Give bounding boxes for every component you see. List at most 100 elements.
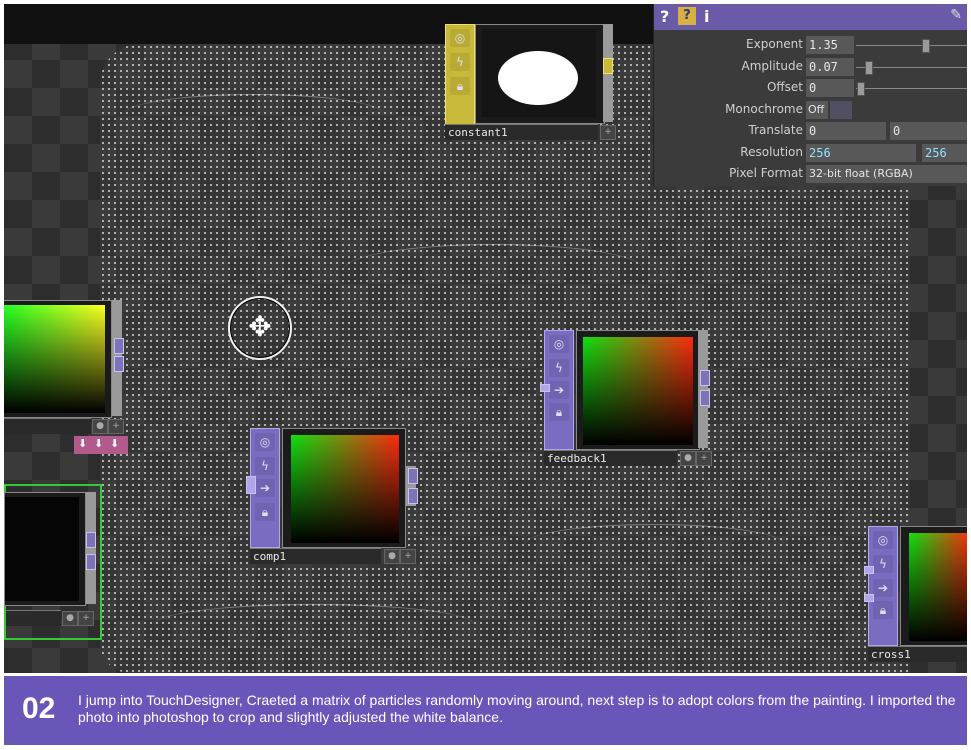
node-feedback1[interactable]: ◎ ϟ ➔ 🔒︎ feedback1 ● + (540, 330, 714, 468)
info-icon[interactable]: i (704, 7, 709, 26)
parameter-panel[interactable]: ? ? i ✎ Exponent 1.35 Amplitude 0.07 Off… (653, 4, 967, 186)
input-connector[interactable] (540, 384, 550, 392)
lock-icon[interactable]: 🔒︎ (450, 77, 470, 95)
bypass-icon[interactable]: ϟ (873, 555, 893, 573)
resolution-width-field[interactable]: 256 (806, 144, 916, 162)
node-constant1[interactable]: ◎ ϟ 🔒︎ constant1 + (445, 24, 617, 142)
help-icon[interactable]: ? (660, 7, 669, 26)
input-connector[interactable] (864, 594, 874, 602)
viewer-icon[interactable]: ◎ (873, 531, 893, 549)
param-label: Pixel Format (729, 166, 803, 180)
exponent-field[interactable]: 1.35 (806, 36, 854, 54)
exponent-slider[interactable] (856, 45, 967, 46)
python-help-icon[interactable]: ? (678, 7, 696, 25)
node-flag-button[interactable]: + (696, 451, 712, 466)
node-body[interactable] (900, 526, 967, 646)
param-label: Translate (748, 123, 804, 137)
output-connector[interactable] (603, 58, 613, 74)
node-body[interactable] (475, 24, 605, 124)
node-toolbar: ◎ ϟ 🔒︎ (445, 24, 475, 126)
arrow-connectors[interactable]: ⬇ ⬇ ⬇ (74, 436, 128, 454)
input-connector[interactable] (246, 476, 256, 494)
node-flag-button[interactable]: + (108, 419, 124, 434)
param-exponent[interactable]: Exponent 1.35 (654, 35, 967, 56)
node-flag-button[interactable]: ● (680, 451, 696, 466)
node-partial-left-selected[interactable]: ● + (4, 484, 102, 640)
viewer-icon[interactable]: ◎ (549, 335, 569, 353)
network-editor[interactable]: ◎ ϟ 🔒︎ constant1 + ● + ⬇ ⬇ ⬇ ● + ◎ ϟ ➔ 🔒… (4, 4, 967, 673)
amplitude-slider-knob[interactable] (865, 61, 873, 75)
wave-line (124, 94, 384, 135)
translate-x-field[interactable]: 0 (806, 122, 886, 140)
output-connector[interactable] (700, 370, 710, 386)
node-flag-button[interactable]: + (78, 611, 94, 626)
output-connector[interactable] (408, 468, 418, 484)
node-name[interactable]: constant1 (445, 124, 598, 140)
node-name[interactable]: comp1 (250, 548, 381, 564)
param-translate[interactable]: Translate 0 0 (654, 121, 967, 142)
param-label: Exponent (746, 37, 803, 51)
bypass-icon[interactable]: ϟ (450, 53, 470, 71)
viewer-icon[interactable]: ◎ (255, 433, 275, 451)
edit-icon[interactable]: ✎ (950, 7, 962, 23)
offset-slider-knob[interactable] (857, 82, 865, 96)
param-label: Amplitude (741, 59, 804, 73)
node-body[interactable] (4, 300, 112, 418)
output-connector[interactable] (114, 338, 124, 354)
param-label: Monochrome (725, 102, 803, 116)
node-flag-button[interactable]: ● (92, 419, 108, 434)
param-offset[interactable]: Offset 0 (654, 78, 967, 99)
monochrome-toggle-switch[interactable] (830, 101, 852, 119)
node-cross1[interactable]: ◎ ϟ ➔ 🔒︎ cross1 (864, 526, 967, 666)
param-monochrome[interactable]: Monochrome Off (654, 100, 967, 121)
exponent-slider-knob[interactable] (922, 39, 930, 53)
node-body[interactable] (4, 492, 86, 606)
translate-y-field[interactable]: 0 (890, 122, 967, 140)
node-body[interactable] (282, 428, 406, 548)
amplitude-field[interactable]: 0.07 (806, 58, 854, 76)
bypass-icon[interactable]: ϟ (549, 359, 569, 377)
param-resolution[interactable]: Resolution 256 256 (654, 143, 967, 164)
node-comp1[interactable]: ◎ ϟ ➔ 🔒︎ comp1 ● + (246, 428, 420, 566)
output-connector[interactable] (408, 488, 418, 504)
node-body[interactable] (576, 330, 700, 450)
panel-header: ? ? i ✎ (654, 4, 967, 30)
lock-icon[interactable]: 🔒︎ (255, 503, 275, 521)
output-connector[interactable] (86, 554, 96, 570)
offset-field[interactable]: 0 (806, 79, 854, 97)
node-name[interactable]: feedback1 (544, 450, 677, 466)
output-connector[interactable] (700, 390, 710, 406)
arrow-right-icon[interactable]: ➔ (549, 381, 569, 399)
node-flag-button[interactable]: + (400, 549, 416, 564)
node-side-bar (698, 330, 708, 448)
node-preview (4, 305, 105, 413)
output-connector[interactable] (114, 356, 124, 372)
output-connector[interactable] (86, 532, 96, 548)
param-label: Offset (766, 80, 803, 94)
viewer-icon[interactable]: ◎ (450, 29, 470, 47)
arrow-right-icon[interactable]: ➔ (873, 579, 893, 597)
lock-icon[interactable]: 🔒︎ (873, 601, 893, 619)
node-flag-button[interactable]: ● (62, 611, 78, 626)
bypass-icon[interactable]: ϟ (255, 457, 275, 475)
offset-slider[interactable] (856, 88, 967, 89)
node-preview (5, 497, 79, 601)
white-ellipse (498, 51, 578, 105)
node-preview (909, 533, 967, 641)
down-arrow-icon: ⬇ (94, 437, 104, 450)
node-flag-button[interactable]: + (600, 125, 616, 140)
lock-icon[interactable]: 🔒︎ (549, 403, 569, 421)
input-connector[interactable] (864, 566, 874, 574)
node-name (4, 418, 91, 434)
param-pixel-format[interactable]: Pixel Format 32-bit float (RGBA) (654, 164, 967, 185)
node-name[interactable]: cross1 (868, 646, 967, 662)
node-partial-left[interactable]: ● + (4, 300, 126, 436)
monochrome-toggle[interactable]: Off (806, 101, 828, 119)
resolution-height-field[interactable]: 256 (922, 144, 967, 162)
arrow-right-icon[interactable]: ➔ (255, 479, 275, 497)
param-label: Resolution (740, 145, 803, 159)
node-flag-button[interactable]: ● (384, 549, 400, 564)
pixel-format-dropdown[interactable]: 32-bit float (RGBA) (806, 165, 967, 183)
param-amplitude[interactable]: Amplitude 0.07 (654, 57, 967, 78)
move-cursor-icon: ✥ (228, 296, 292, 360)
